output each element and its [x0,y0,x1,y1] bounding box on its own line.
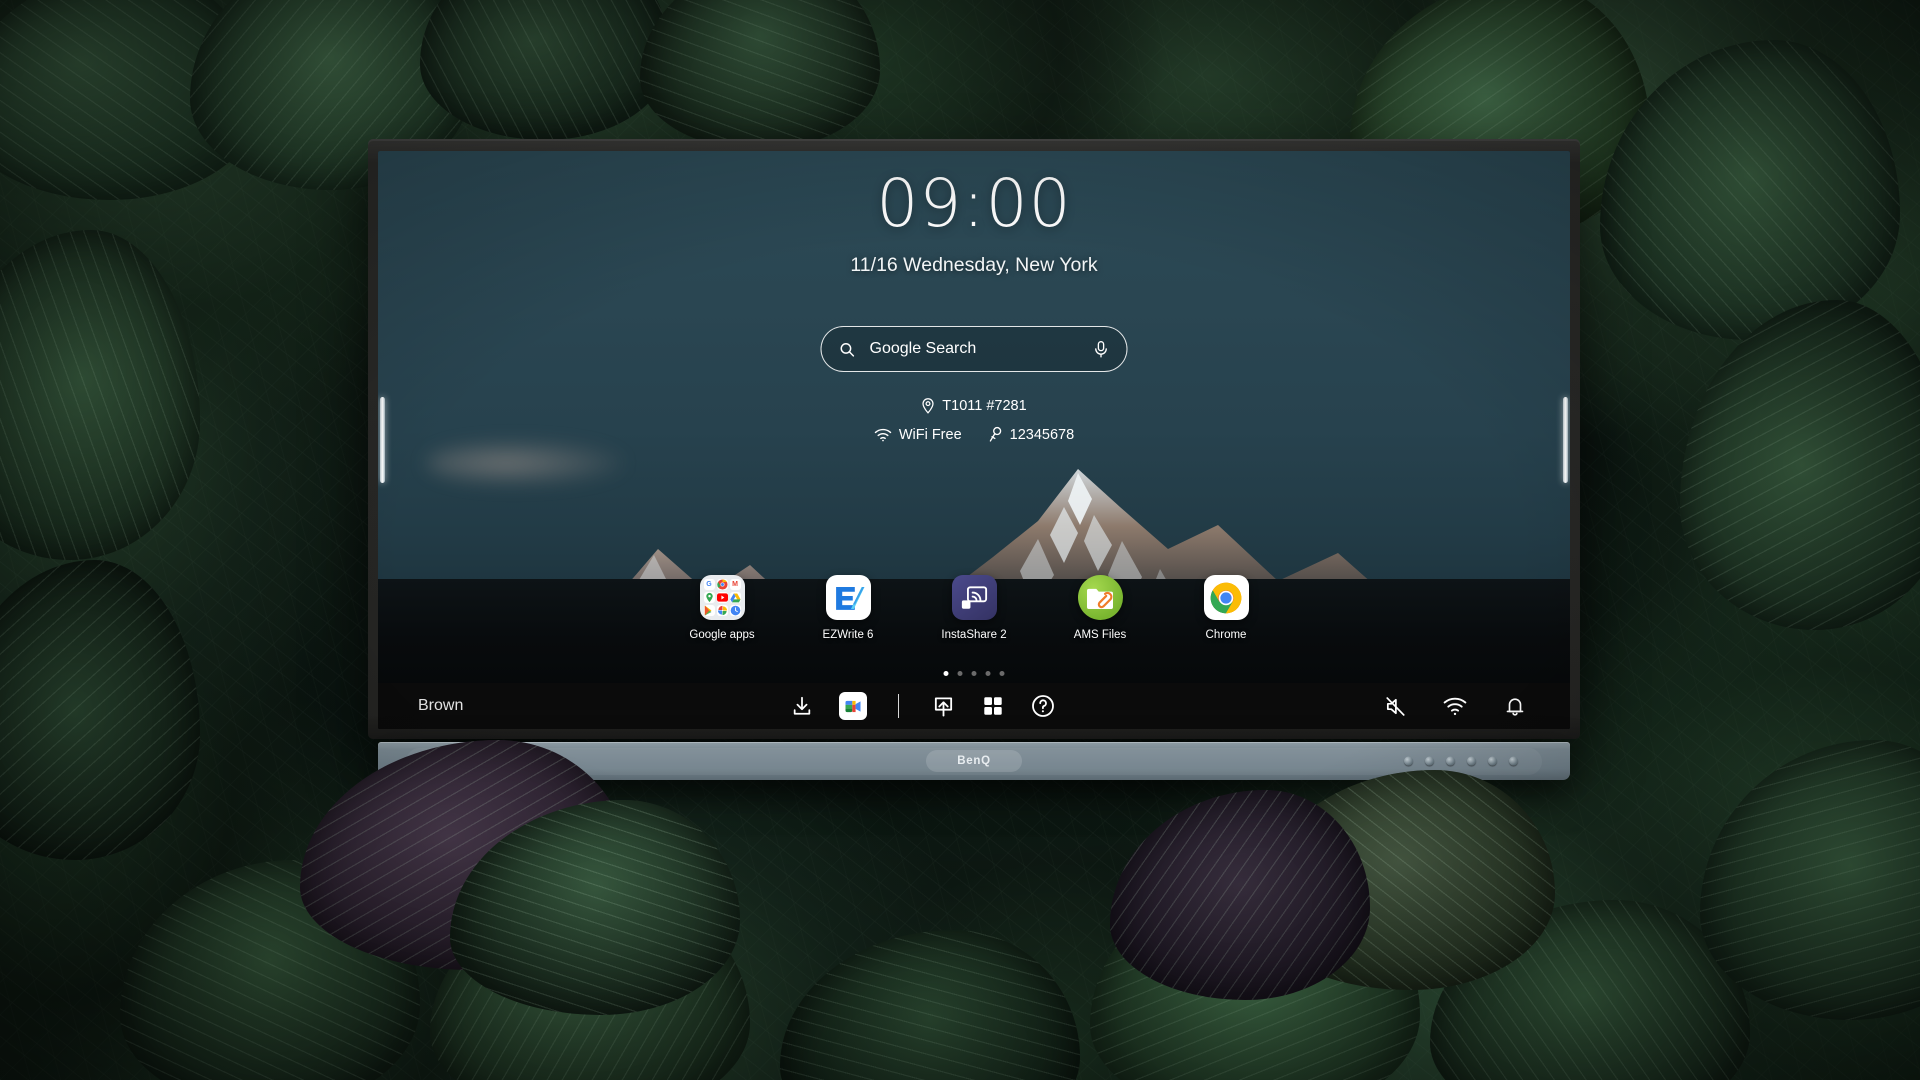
ezwrite-icon [825,575,871,620]
display-screen[interactable]: 09:00 11/16 Wednesday, New York Google S… [378,151,1570,729]
soundbar-button[interactable] [1425,756,1434,766]
app-shortcut-ams-files[interactable]: AMS Files [1063,575,1137,641]
divider [897,694,900,718]
help-icon[interactable] [1030,693,1056,719]
account-name[interactable]: Brown [378,697,463,715]
page-dot[interactable] [985,671,991,676]
meeting-room-info: T1011 #7281 WiFi Free 12345678 [378,397,1570,443]
taskbar-right-icons [1382,693,1570,719]
app-label: EZWrite 6 [822,629,874,641]
app-label: Google apps [689,629,755,641]
microphone-icon[interactable] [1093,340,1110,359]
search-input-placeholder[interactable]: Google Search [870,340,1079,358]
google-search-bar[interactable]: Google Search [820,326,1128,372]
app-label: InstaShare 2 [941,629,1007,641]
soundbar-button[interactable] [1509,756,1518,766]
soundbar-button[interactable] [1404,756,1413,766]
google-apps-folder-icon: G M [699,575,745,620]
instashare-icon [951,575,997,620]
clock-widget: 09:00 11/16 Wednesday, New York [378,171,1570,277]
clock-date: 11/16 Wednesday, New York [850,254,1098,276]
benq-logo: BenQ [926,750,1022,772]
taskbar: Brown [378,683,1570,729]
page-dot[interactable] [971,671,977,676]
app-label: AMS Files [1073,629,1127,641]
google-meet-icon[interactable] [838,692,867,720]
benq-interactive-display: 09:00 11/16 Wednesday, New York Google S… [368,139,1580,739]
app-shortcut-google-apps[interactable]: G M Google apps [685,575,759,641]
search-widget: Google Search [820,326,1128,372]
wifi-password-item: 12345678 [988,426,1075,443]
search-icon [839,341,856,358]
network-row: WiFi Free 12345678 [378,426,1570,443]
location-pin-icon [921,397,935,414]
app-shortcut-row: G M Google apps EZWrite 6 InstaShare 2 A… [685,575,1263,641]
page-dot[interactable] [999,671,1005,676]
ir-sensor-icon [455,756,464,766]
app-grid-icon[interactable] [980,693,1006,719]
download-icon[interactable] [789,693,815,719]
power-led-indicator [434,759,446,763]
room-number: T1011 #7281 [942,397,1027,414]
soundbar-button[interactable] [1467,756,1476,766]
notification-bell-icon[interactable] [1502,693,1528,719]
scene-root: 09:00 11/16 Wednesday, New York Google S… [0,0,1920,1080]
app-label: Chrome [1205,629,1247,641]
clock-time: 09:00 [876,165,1072,242]
key-icon [988,426,1003,443]
app-shortcut-instashare[interactable]: InstaShare 2 [937,575,1011,641]
wifi-password: 12345678 [1009,426,1075,443]
share-upload-icon[interactable] [930,693,956,719]
home-page-indicator[interactable] [943,671,1005,676]
app-shortcut-ezwrite[interactable]: EZWrite 6 [811,575,885,641]
chrome-icon [1203,575,1249,620]
mute-volume-icon[interactable] [1382,693,1408,719]
taskbar-center-icons [463,692,1382,720]
wifi-ssid-item: WiFi Free [874,427,962,443]
soundbar-button[interactable] [1488,756,1497,766]
soundbar-button[interactable] [1446,756,1455,766]
soundbar-button-row[interactable] [1404,756,1518,766]
room-row: T1011 #7281 [378,397,1570,414]
soundbar-left-controls [434,753,525,769]
wifi-icon[interactable] [1442,693,1468,719]
app-shortcut-chrome[interactable]: Chrome [1189,575,1263,641]
page-dot[interactable] [957,671,963,676]
ams-files-icon [1077,575,1123,620]
soundbar: BenQ [378,742,1570,780]
speaker-grille [473,753,525,769]
page-dot[interactable] [943,671,949,676]
wifi-ssid: WiFi Free [898,426,962,443]
wifi-icon [874,428,892,442]
